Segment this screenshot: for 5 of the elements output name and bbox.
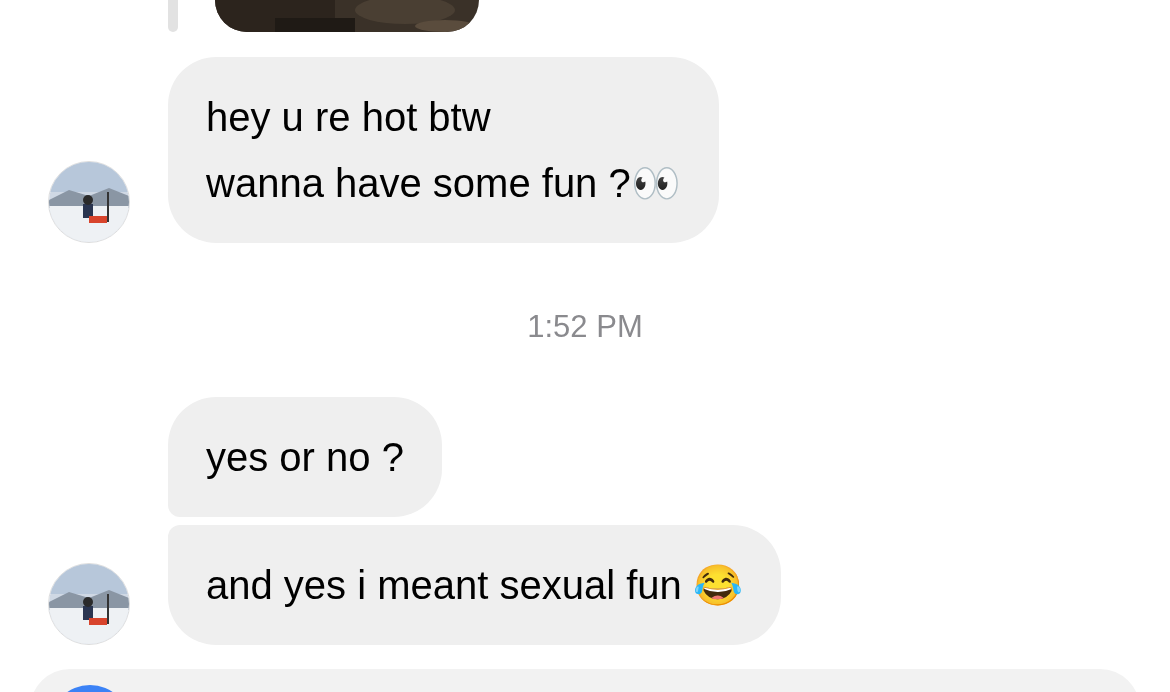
message-bubble: yes or no ? <box>168 397 442 517</box>
message-bubble: and yes i meant sexual fun 😂 <box>168 525 781 645</box>
timestamp: 1:52 PM <box>527 309 643 345</box>
message-bubble: hey u re hot btw wanna have some fun ?👀 <box>168 57 719 243</box>
reply-bar <box>168 0 178 32</box>
